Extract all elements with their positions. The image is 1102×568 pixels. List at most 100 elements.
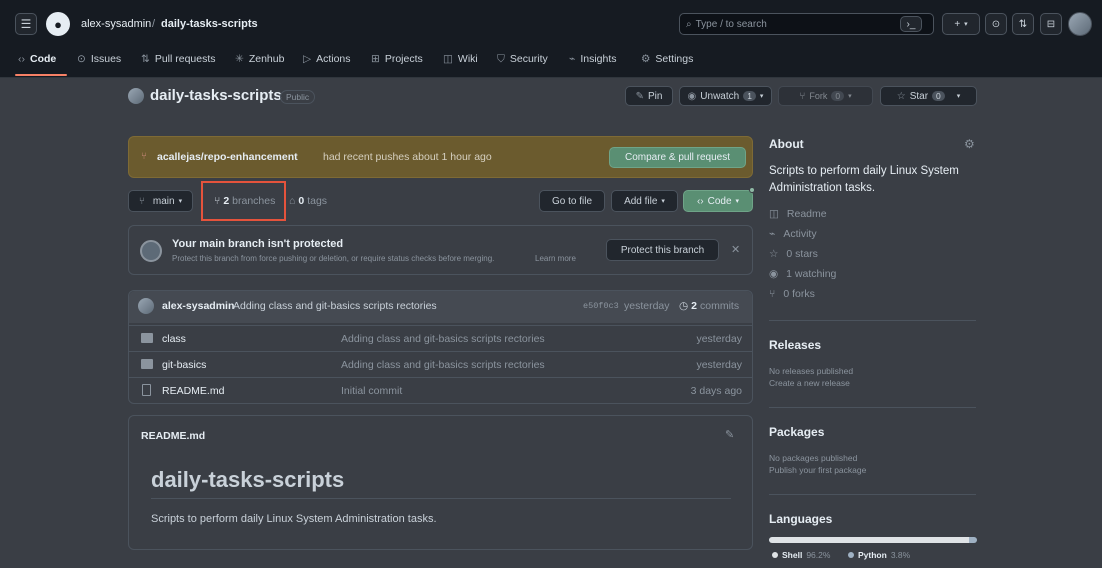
tab-settings[interactable]: ⚙ Settings (641, 50, 693, 68)
releases-title[interactable]: Releases (769, 338, 821, 352)
search-icon: ⌕ (686, 18, 692, 30)
caret-down-icon: ▾ (956, 93, 961, 100)
watching-link[interactable]: ◉ 1 watching (769, 268, 836, 280)
about-description: Scripts to perform daily Linux System Ad… (769, 165, 959, 194)
star-count: 0 (932, 91, 945, 101)
activity-link[interactable]: ⌁ Activity (769, 228, 817, 240)
caret-down-icon: ▾ (848, 93, 852, 100)
github-logo-icon[interactable]: ● (46, 12, 70, 36)
fork-icon: ⑂ (769, 288, 776, 300)
file-name[interactable]: class (162, 333, 186, 345)
divider (769, 494, 976, 495)
close-icon[interactable]: ✕ (731, 243, 740, 256)
branch-protection-banner: Your main branch isn't protected Protect… (128, 225, 753, 275)
file-commit-message[interactable]: Initial commit (341, 385, 402, 397)
search-input[interactable]: ⌕ Type / to search (679, 13, 934, 35)
caret-down-icon: ▾ (178, 198, 183, 205)
fork-icon: ⑂ (799, 90, 806, 102)
inbox-button[interactable]: ⊟ (1040, 13, 1062, 35)
breadcrumb-repo[interactable]: daily-tasks-scripts (161, 18, 258, 30)
tab-security[interactable]: ⛉ Security (497, 50, 548, 68)
tab-pull-requests[interactable]: ⇅ Pull requests (141, 50, 216, 68)
commit-sha[interactable]: e50f0c3 (583, 301, 619, 311)
issues-button[interactable]: ⊙ (985, 13, 1007, 35)
tab-projects[interactable]: ⊞ Projects (371, 50, 423, 68)
gear-icon: ⚙ (641, 53, 651, 65)
visibility-badge: Public (280, 90, 316, 104)
repo-avatar (128, 88, 144, 104)
unwatch-button[interactable]: ◉ Unwatch 1 ▾ (679, 86, 772, 106)
terminal-icon: ›_ (906, 18, 916, 30)
plus-icon: + (954, 18, 961, 30)
commit-author[interactable]: alex-sysadmin (162, 300, 234, 312)
history-icon: ◷ (679, 300, 689, 312)
create-release-link[interactable]: Create a new release (769, 378, 850, 388)
command-palette-button[interactable]: ›_ (900, 16, 922, 32)
branches-link[interactable]: ⑂ 2 branches (214, 195, 275, 207)
readme-heading-rule (151, 498, 731, 499)
readme-filename[interactable]: README.md (141, 430, 205, 442)
file-row[interactable]: README.md Initial commit 3 days ago (129, 377, 752, 403)
menu-button[interactable]: ☰ (15, 13, 37, 35)
protect-branch-button[interactable]: Protect this branch (606, 239, 719, 261)
breadcrumb-owner[interactable]: alex-sysadmin (81, 18, 151, 30)
code-button[interactable]: ‹› Code ▾ (683, 190, 753, 212)
file-row[interactable]: class Adding class and git-basics script… (129, 325, 752, 351)
readme-heading: daily-tasks-scripts (151, 467, 345, 492)
folder-icon (141, 359, 153, 369)
caret-down-icon: ▾ (759, 93, 764, 100)
tags-link[interactable]: ⌂ 0 tags (289, 195, 327, 207)
branch-select-button[interactable]: ⑂ main ▾ (128, 190, 193, 212)
language-bar (769, 537, 977, 543)
go-to-file-button[interactable]: Go to file (539, 190, 605, 212)
file-time: 3 days ago (690, 385, 742, 397)
tab-wiki[interactable]: ◫ Wiki (443, 50, 478, 68)
file-time: yesterday (696, 333, 742, 345)
pull-requests-button[interactable]: ⇅ (1012, 13, 1034, 35)
language-item-python[interactable]: Python 3.8% (848, 550, 910, 560)
pin-button[interactable]: ✎ Pin (625, 86, 673, 106)
file-commit-message[interactable]: Adding class and git-basics scripts rect… (341, 333, 545, 345)
tab-zenhub[interactable]: ✳ Zenhub (235, 50, 284, 68)
avatar[interactable] (1068, 12, 1092, 36)
forks-link[interactable]: ⑂ 0 forks (769, 288, 815, 300)
tag-icon: ⌂ (289, 195, 296, 207)
stars-link[interactable]: ☆ 0 stars (769, 248, 818, 260)
hamburger-icon: ☰ (20, 17, 32, 31)
languages-title: Languages (769, 512, 833, 526)
repo-title[interactable]: daily-tasks-scripts (150, 87, 282, 104)
tab-insights[interactable]: ⌁ Insights (569, 50, 617, 68)
file-name[interactable]: README.md (162, 385, 224, 397)
about-title: About (769, 137, 804, 151)
language-item-shell[interactable]: Shell 96.2% (772, 550, 830, 560)
fork-button[interactable]: ⑂ Fork 0 ▾ (778, 86, 873, 106)
push-branch-name[interactable]: acallejas/repo-enhancement (157, 151, 298, 163)
add-file-button[interactable]: Add file ▾ (611, 190, 678, 212)
zenhub-icon: ✳ (235, 53, 244, 65)
watch-count: 1 (743, 91, 756, 101)
protection-title: Your main branch isn't protected (172, 238, 344, 250)
language-bar-python (969, 537, 977, 543)
tab-actions[interactable]: ▷ Actions (303, 50, 351, 68)
publish-package-link[interactable]: Publish your first package (769, 465, 866, 475)
compare-pull-request-button[interactable]: Compare & pull request (609, 147, 746, 168)
tab-issues[interactable]: ⊙ Issues (77, 50, 121, 68)
star-button[interactable]: ☆ Star 0 ▾ (880, 86, 977, 106)
file-icon (142, 384, 151, 396)
recent-push-banner: ⑂ acallejas/repo-enhancement had recent … (128, 136, 753, 178)
file-name[interactable]: git-basics (162, 359, 206, 371)
commit-message[interactable]: Adding class and git-basics scripts rect… (233, 300, 437, 312)
edit-pencil-icon[interactable]: ✎ (725, 428, 734, 441)
file-row[interactable]: git-basics Adding class and git-basics s… (129, 351, 752, 377)
readme-link[interactable]: ◫ Readme (769, 208, 827, 220)
create-new-button[interactable]: + ▾ (942, 13, 980, 35)
tab-code[interactable]: ‹› Code (18, 50, 56, 68)
protection-description: Protect this branch from force pushing o… (172, 254, 495, 263)
file-commit-message[interactable]: Adding class and git-basics scripts rect… (341, 359, 545, 371)
gear-icon[interactable]: ⚙ (964, 137, 975, 151)
commits-link[interactable]: ◷ 2 commits (679, 300, 739, 312)
pin-icon: ✎ (635, 90, 644, 102)
packages-title[interactable]: Packages (769, 425, 824, 439)
tab-code-underline (15, 74, 67, 76)
learn-more-link[interactable]: Learn more (535, 254, 576, 263)
